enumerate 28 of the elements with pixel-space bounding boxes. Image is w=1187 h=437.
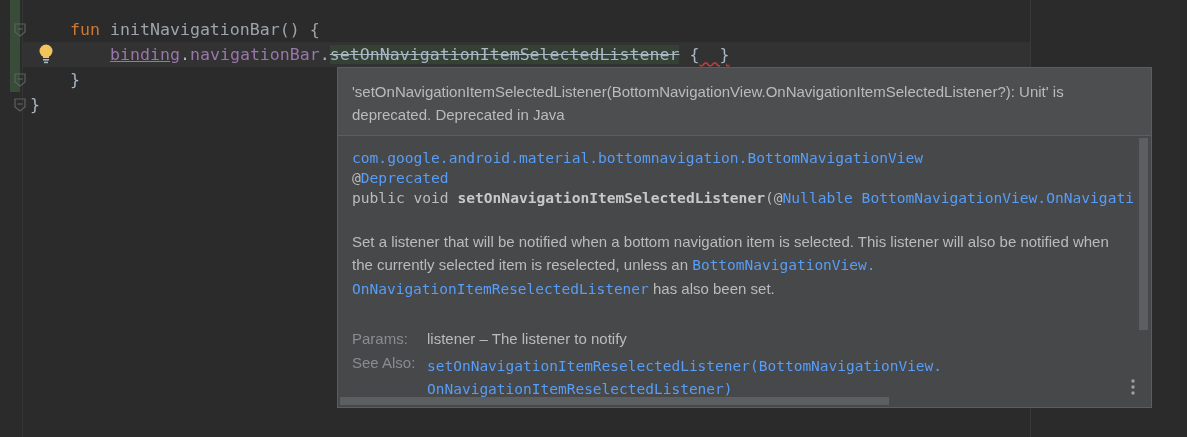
keyword: fun bbox=[70, 20, 101, 39]
deprecation-message: 'setOnNavigationItemSelectedListener(BottomNavigationView.OnNavigationItemSelectedListener?): Unit' is deprecated. Deprecated in Java bbox=[352, 82, 1065, 125]
link[interactable]: BottomNavigationView. bbox=[692, 257, 876, 273]
section-label: Params: bbox=[352, 329, 409, 349]
param-description: listener – The listener to notify bbox=[427, 329, 628, 349]
code-signature-line: @Deprecated bbox=[352, 168, 449, 188]
code-signature-line: public void setOnNavigationItemSelectedListener(@Nullable BottomNavigationView.OnNavigati bbox=[352, 188, 1134, 208]
code-text: } bbox=[70, 70, 80, 89]
link[interactable]: OnNavigationItemReselectedListener bbox=[352, 281, 649, 297]
code-text: } bbox=[30, 95, 40, 114]
fold-icon[interactable] bbox=[14, 97, 26, 112]
deprecated-method: setOnNavigationItemSelectedListener bbox=[329, 45, 680, 64]
variable-name: binding bbox=[110, 45, 180, 64]
link[interactable]: setOnNavigationItemReselectedListener(BottomNavigationView. bbox=[427, 358, 943, 374]
code-text: . bbox=[319, 45, 330, 64]
more-options-icon[interactable] bbox=[1131, 379, 1135, 395]
property-name: navigationBar bbox=[189, 45, 320, 64]
fold-icon[interactable] bbox=[14, 72, 26, 87]
section-label: See Also: bbox=[352, 354, 417, 373]
code-text: . bbox=[179, 45, 190, 64]
function-name: initNavigationBar() { bbox=[109, 20, 320, 39]
fold-icon[interactable] bbox=[14, 22, 26, 37]
link[interactable]: OnNavigationItemReselectedListener) bbox=[427, 381, 733, 397]
error-squiggle: } bbox=[718, 45, 730, 64]
code-signature-line: com.google.android.material.bottomnavigation.BottomNavigationView bbox=[352, 148, 924, 168]
description-text: Set a listener that will be notified when a bottom navigation item is selected. This listener will also be notified when the currently selected item is reselected, unless an BottomNavigationView. OnNavigationItemReselectedListener has also been set. bbox=[352, 232, 1110, 299]
lightbulb-icon[interactable] bbox=[39, 44, 53, 64]
code-text: { bbox=[688, 45, 700, 64]
